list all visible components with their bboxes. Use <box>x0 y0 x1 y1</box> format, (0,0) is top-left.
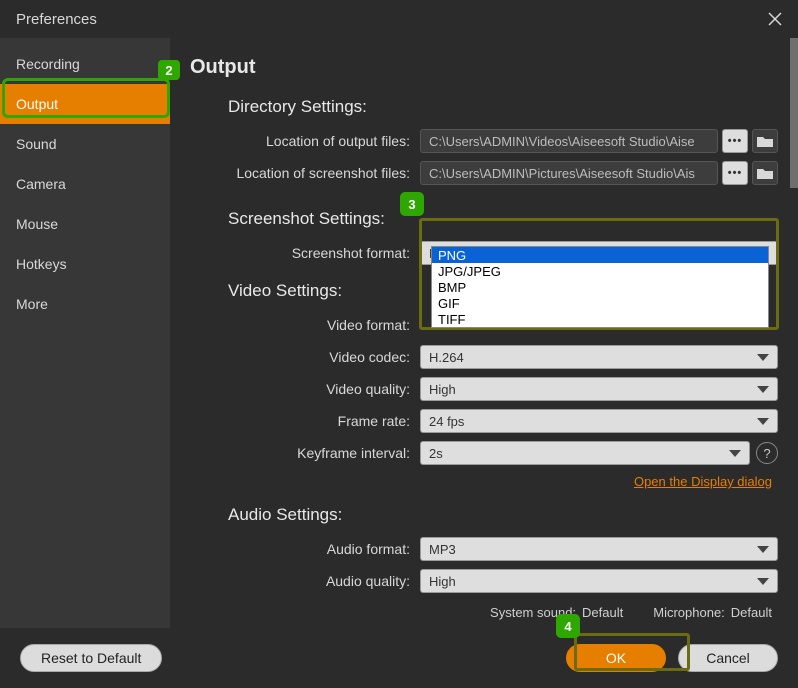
sidebar-item-label: Hotkeys <box>16 256 67 272</box>
output-path-value: C:\Users\ADMIN\Videos\Aiseesoft Studio\A… <box>429 134 695 149</box>
content-pane: Output Directory Settings: Location of o… <box>170 38 798 628</box>
sidebar-item-label: More <box>16 296 48 312</box>
chevron-down-icon <box>729 450 741 457</box>
sidebar-item-camera[interactable]: Camera <box>0 164 170 204</box>
screenshot-path-label: Location of screenshot files: <box>190 165 420 181</box>
screenshot-path-value: C:\Users\ADMIN\Pictures\Aiseesoft Studio… <box>429 166 695 181</box>
sidebar: Recording Output Sound Camera Mouse Hotk… <box>0 38 170 628</box>
system-sound-value: Default <box>582 605 623 620</box>
framerate-value: 24 fps <box>429 414 464 429</box>
keyframe-help-button[interactable]: ? <box>756 442 778 464</box>
video-format-label: Video format: <box>190 317 420 333</box>
keyframe-value: 2s <box>429 446 443 461</box>
ok-button[interactable]: OK <box>566 644 666 672</box>
section-screenshot: Screenshot Settings: <box>228 209 778 229</box>
sidebar-item-hotkeys[interactable]: Hotkeys <box>0 244 170 284</box>
dropdown-option[interactable]: TIFF <box>432 311 768 327</box>
audio-quality-value: High <box>429 574 456 589</box>
video-codec-select[interactable]: H.264 <box>420 345 778 369</box>
section-audio: Audio Settings: <box>228 505 778 525</box>
chevron-down-icon <box>757 418 769 425</box>
output-path-more-button[interactable]: ••• <box>722 129 748 153</box>
folder-icon <box>757 135 773 147</box>
sidebar-item-label: Recording <box>16 56 80 72</box>
open-display-link[interactable]: Open the Display dialog <box>634 474 772 489</box>
video-quality-label: Video quality: <box>190 381 420 397</box>
screenshot-format-label: Screenshot format: <box>190 245 420 261</box>
output-path-field[interactable]: C:\Users\ADMIN\Videos\Aiseesoft Studio\A… <box>420 129 718 153</box>
help-icon: ? <box>763 446 770 461</box>
screenshot-path-more-button[interactable]: ••• <box>722 161 748 185</box>
reset-button[interactable]: Reset to Default <box>20 644 162 672</box>
microphone-label: Microphone: <box>653 605 725 620</box>
annotation-badge-4: 4 <box>557 616 579 636</box>
keyframe-select[interactable]: 2s <box>420 441 750 465</box>
keyframe-label: Keyframe interval: <box>190 445 420 461</box>
sidebar-item-sound[interactable]: Sound <box>0 124 170 164</box>
chevron-down-icon <box>757 578 769 585</box>
window-title: Preferences <box>16 11 97 28</box>
cancel-button[interactable]: Cancel <box>678 644 778 672</box>
framerate-label: Frame rate: <box>190 413 420 429</box>
video-quality-select[interactable]: High <box>420 377 778 401</box>
sidebar-item-recording[interactable]: Recording <box>0 44 170 84</box>
sidebar-item-label: Mouse <box>16 216 58 232</box>
chevron-down-icon <box>757 546 769 553</box>
sidebar-item-label: Camera <box>16 176 66 192</box>
sidebar-item-label: Sound <box>16 136 56 152</box>
sidebar-item-more[interactable]: More <box>0 284 170 324</box>
sidebar-item-mouse[interactable]: Mouse <box>0 204 170 244</box>
chevron-down-icon <box>757 386 769 393</box>
annotation-badge-3: 3 <box>401 194 423 214</box>
audio-format-select[interactable]: MP3 <box>420 537 778 561</box>
folder-icon <box>757 167 773 179</box>
page-title: Output <box>190 56 778 79</box>
ellipsis-icon: ••• <box>728 167 743 179</box>
framerate-select[interactable]: 24 fps <box>420 409 778 433</box>
close-button[interactable] <box>764 8 786 30</box>
video-codec-value: H.264 <box>429 350 464 365</box>
audio-format-value: MP3 <box>429 542 456 557</box>
audio-quality-select[interactable]: High <box>420 569 778 593</box>
output-path-label: Location of output files: <box>190 133 420 149</box>
dropdown-option[interactable]: JPG/JPEG <box>432 263 768 279</box>
chevron-down-icon <box>757 354 769 361</box>
dropdown-option[interactable]: BMP <box>432 279 768 295</box>
screenshot-path-open-button[interactable] <box>752 161 778 185</box>
dropdown-option[interactable]: GIF <box>432 295 768 311</box>
ellipsis-icon: ••• <box>728 135 743 147</box>
audio-format-label: Audio format: <box>190 541 420 557</box>
scrollbar[interactable] <box>790 38 798 188</box>
section-directory: Directory Settings: <box>228 97 778 117</box>
video-quality-value: High <box>429 382 456 397</box>
microphone-value: Default <box>731 605 772 620</box>
screenshot-path-field[interactable]: C:\Users\ADMIN\Pictures\Aiseesoft Studio… <box>420 161 718 185</box>
annotation-badge-2: 2 <box>158 60 180 80</box>
screenshot-format-dropdown[interactable]: PNG JPG/JPEG BMP GIF TIFF <box>431 246 769 328</box>
dropdown-option[interactable]: PNG <box>432 247 768 263</box>
sidebar-item-output[interactable]: Output <box>0 84 170 124</box>
output-path-open-button[interactable] <box>752 129 778 153</box>
audio-quality-label: Audio quality: <box>190 573 420 589</box>
sidebar-item-label: Output <box>16 96 58 112</box>
video-codec-label: Video codec: <box>190 349 420 365</box>
close-icon <box>767 11 783 27</box>
